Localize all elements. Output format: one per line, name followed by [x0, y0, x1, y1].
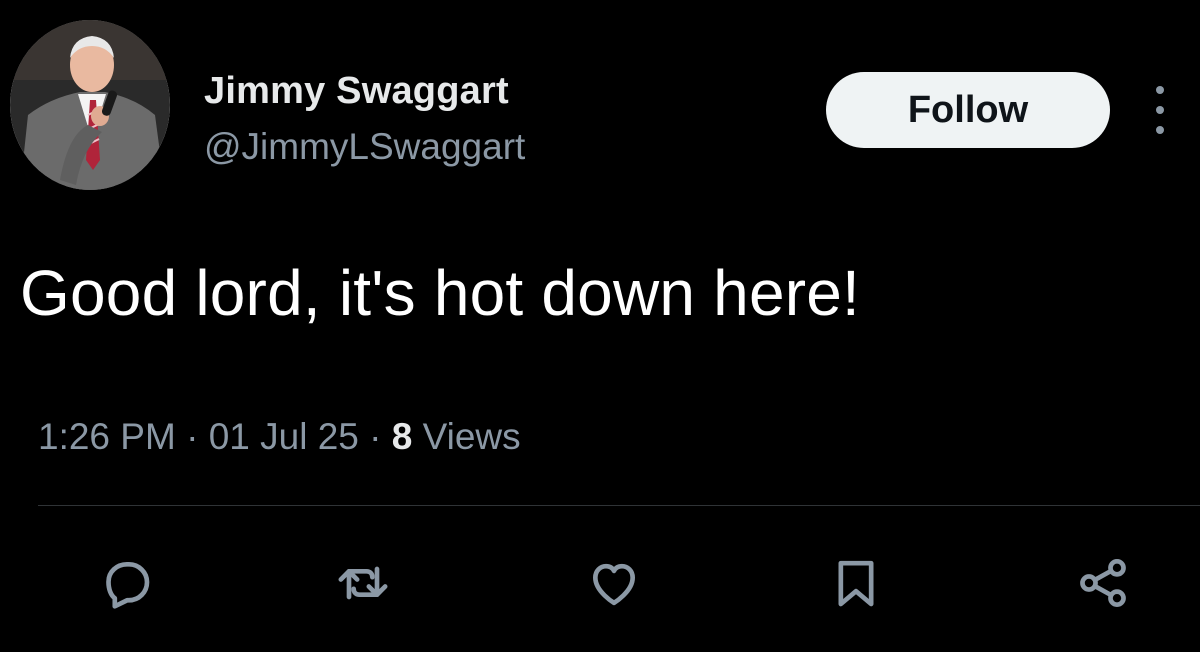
share-icon — [1080, 558, 1126, 608]
views-label: Views — [422, 416, 521, 457]
meta-separator: · — [186, 416, 209, 457]
display-name[interactable]: Jimmy Swaggart — [204, 70, 509, 113]
tweet-card: Jimmy Swaggart @JimmyLSwaggart Follow Go… — [0, 0, 1200, 652]
retweet-icon — [338, 566, 388, 600]
avatar[interactable] — [10, 20, 170, 190]
tweet-meta: 1:26 PM · 01 Jul 25 · 8 Views — [38, 416, 521, 458]
meta-separator: · — [369, 416, 392, 457]
user-handle[interactable]: @JimmyLSwaggart — [204, 126, 525, 168]
follow-button[interactable]: Follow — [826, 72, 1110, 148]
reply-button[interactable] — [96, 553, 156, 613]
tweet-time[interactable]: 1:26 PM — [38, 416, 176, 457]
bookmark-button[interactable] — [826, 553, 886, 613]
tweet-date[interactable]: 01 Jul 25 — [209, 416, 359, 457]
more-dot — [1156, 86, 1164, 94]
views-count: 8 — [391, 416, 423, 457]
bookmark-icon — [838, 560, 874, 607]
share-button[interactable] — [1073, 553, 1133, 613]
more-dot — [1156, 126, 1164, 134]
reply-icon — [106, 562, 150, 609]
tweet-text: Good lord, it's hot down here! — [20, 257, 861, 329]
more-dot — [1156, 106, 1164, 114]
like-button[interactable] — [584, 553, 644, 613]
retweet-button[interactable] — [333, 553, 393, 613]
like-icon — [593, 563, 635, 606]
avatar-photo — [10, 20, 170, 190]
more-options-icon[interactable] — [1148, 86, 1172, 134]
divider — [38, 505, 1200, 506]
